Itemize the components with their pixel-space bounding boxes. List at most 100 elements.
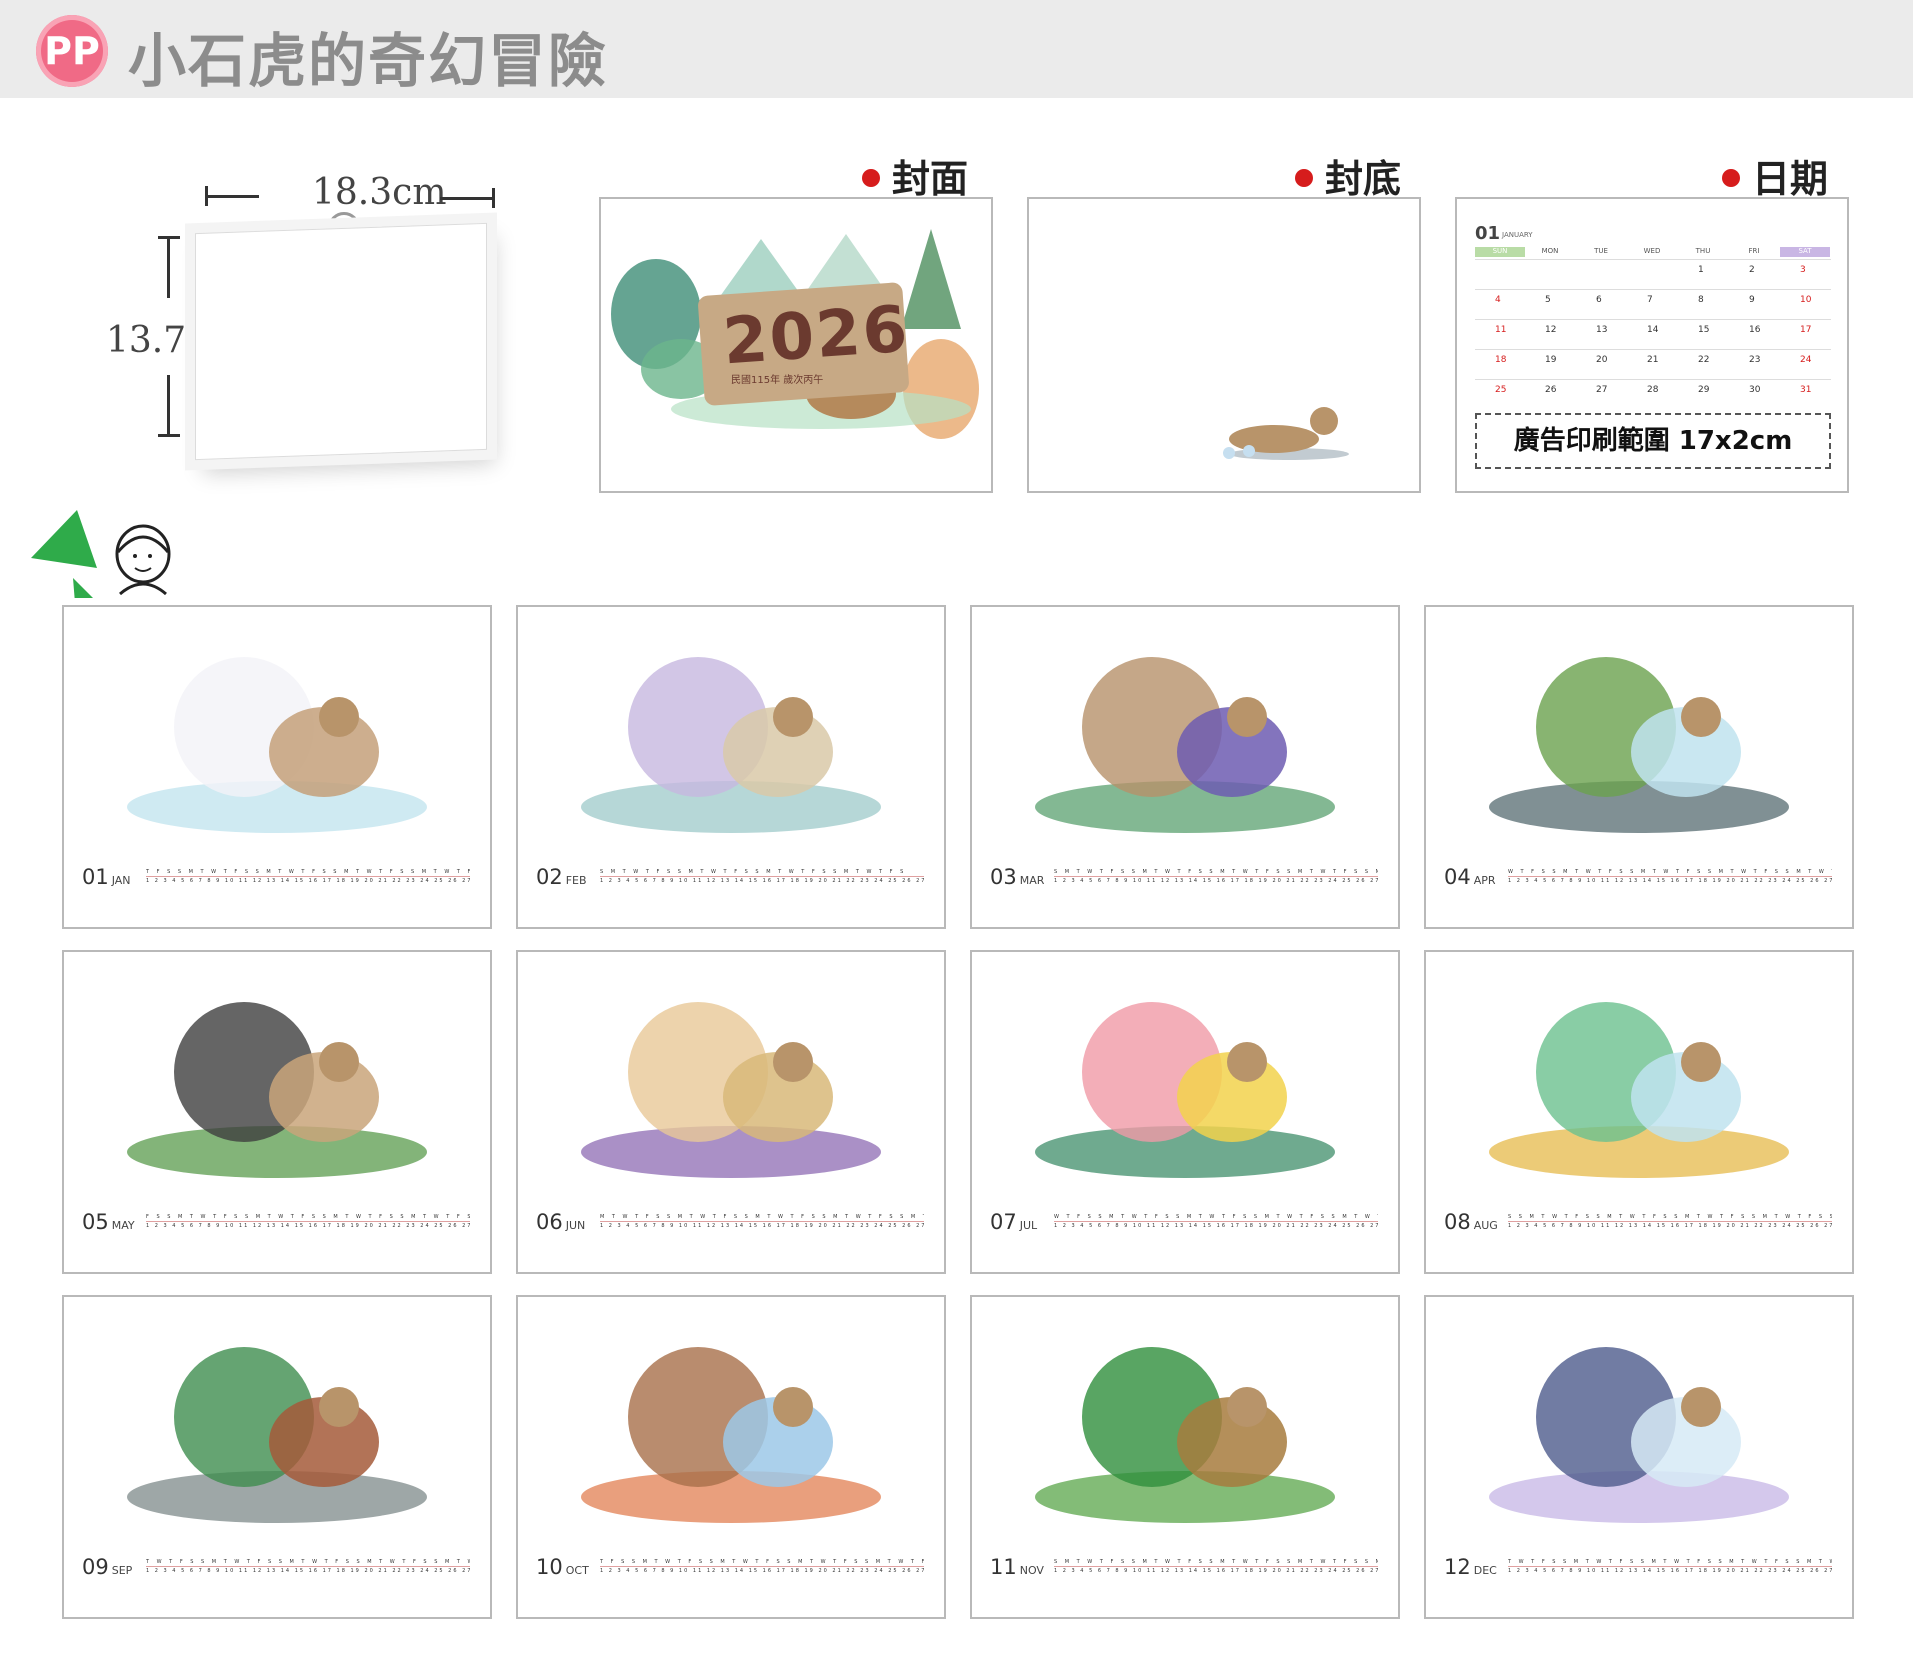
weekday-header: WED [1643,247,1661,255]
weekday-header: TUE [1594,247,1608,255]
green-triangle-icon [31,510,97,598]
grid-line [1475,379,1831,380]
sample-month-number: 01 [1475,223,1501,244]
weekday-letters: T W T F S S M T W T F S S M T W T F S S … [146,1559,470,1565]
date-cell: 22 [1698,355,1710,365]
month-date-strip: T F S S M T W T F S S M T W T F S S M T … [600,1559,924,1574]
date-numbers: 1 2 3 4 5 6 7 8 9 10 11 12 13 14 15 16 1… [1054,1568,1378,1574]
date-cell: 12 [1545,325,1557,335]
month-card: 09 SEP T W T F S S M T W T F S S M T W T F… [62,1295,492,1619]
month-card: 01 JAN T F S S M T W T F S S M T W T F S S… [62,605,492,929]
date-cell: 15 [1698,325,1710,335]
month-illustration [1035,657,1335,833]
date-cell: 6 [1596,295,1602,305]
date-cell: 29 [1698,385,1710,395]
brand-logo: PP [36,15,108,87]
height-arrow-bottom-cap [158,434,180,437]
month-date-strip: S M T W T F S S M T W T F S S M T W T F … [1054,1559,1378,1574]
month-abbr: APR [1473,874,1496,887]
weekday-letters: W T F S S M T W T F S S M T W T F S S M … [1508,869,1832,875]
month-abbr: NOV [1019,1564,1044,1577]
weekday-letters: W T F S S M T W T F S S M T W T F S S M … [1054,1214,1378,1220]
month-abbr: JAN [111,874,131,887]
month-card: 02 FEB S M T W T F S S M T W T F S S M T W… [516,605,946,929]
view-label-back: 封底 [1295,148,1401,203]
red-dot-icon [1722,168,1740,187]
month-illustration [581,1347,881,1523]
date-cell: 28 [1647,385,1659,395]
month-abbr: JUL [1019,1219,1038,1232]
weekday-letters: M T W T F S S M T W T F S S M T W T F S … [600,1214,924,1220]
date-cell: 1 [1698,265,1704,275]
date-cell: 19 [1545,355,1557,365]
date-cell: 13 [1596,325,1608,335]
month-abbr: DEC [1473,1564,1497,1577]
height-arrow-top-cap [158,236,180,239]
width-arrow-right [440,197,494,200]
cover-year: 2026 [720,292,912,380]
weekday-letters: S M T W T F S S M T W T F S S M T W T F … [1054,1559,1378,1565]
girl-doodle-icon [115,524,171,596]
date-cell: 20 [1596,355,1608,365]
page-header: PP 小石虎的奇幻冒險 [0,0,1913,98]
date-numbers: 1 2 3 4 5 6 7 8 9 10 11 12 13 14 15 16 1… [1508,1568,1832,1574]
month-date-strip: S M T W T F S S M T W T F S S M T W T F … [600,869,924,884]
month-number: 08 AUG [1444,1210,1498,1234]
month-date-strip: S S M T W T F S S M T W T F S S M T W T … [1508,1214,1832,1229]
date-cell: 8 [1698,295,1704,305]
grid-line [1475,289,1831,290]
month-abbr: FEB [565,874,587,887]
weekday-letters: F S S M T W T F S S M T W T F S S M T W … [146,1214,470,1220]
date-numbers: 1 2 3 4 5 6 7 8 9 10 11 12 13 14 15 16 1… [1508,878,1832,884]
month-abbr: MAR [1019,874,1045,887]
weekday-header: SUN [1475,247,1525,257]
weekday-header: SAT [1780,247,1830,257]
weekday-header: FRI [1748,247,1760,255]
month-illustration [127,657,427,833]
date-cell: 21 [1647,355,1659,365]
weekday-letters: S M T W T F S S M T W T F S S M T W T F … [1054,869,1378,875]
month-number: 12 DEC [1444,1555,1497,1579]
date-cell: 31 [1800,385,1812,395]
view-label-cover: 封面 [862,148,968,203]
date-cell: 18 [1495,355,1507,365]
grid-line [1475,319,1831,320]
date-cell: 4 [1495,295,1501,305]
date-numbers: 1 2 3 4 5 6 7 8 9 10 11 12 13 14 15 16 1… [1508,1223,1832,1229]
cover-panel: 2026 民國115年 歲次丙午 [599,197,993,493]
page-title: 小石虎的奇幻冒險 [128,27,609,95]
month-abbr: SEP [111,1564,133,1577]
date-cell: 24 [1800,355,1812,365]
strip-divider [1054,1566,1378,1567]
month-illustration [127,1002,427,1178]
month-illustration [1489,657,1789,833]
month-date-strip: T F S S M T W T F S S M T W T F S S M T … [146,869,470,884]
date-cell: 7 [1647,295,1653,305]
height-arrow-top [167,238,170,298]
date-cell: 30 [1749,385,1761,395]
month-date-strip: F S S M T W T F S S M T W T F S S M T W … [146,1214,470,1229]
date-numbers: 1 2 3 4 5 6 7 8 9 10 11 12 13 14 15 16 1… [600,1568,924,1574]
month-number: 10 OCT [536,1555,589,1579]
month-date-strip: S M T W T F S S M T W T F S S M T W T F … [1054,869,1378,884]
month-abbr: AUG [1473,1219,1498,1232]
month-date-strip: W T F S S M T W T F S S M T W T F S S M … [1508,869,1832,884]
date-cell: 23 [1749,355,1761,365]
strip-divider [146,1221,470,1222]
date-cell: 2 [1749,265,1755,275]
month-illustration [1489,1347,1789,1523]
strip-divider [1508,1566,1832,1567]
date-numbers: 1 2 3 4 5 6 7 8 9 10 11 12 13 14 15 16 1… [600,1223,924,1229]
month-card: 06 JUN M T W T F S S M T W T F S S M T W T… [516,950,946,1274]
date-numbers: 1 2 3 4 5 6 7 8 9 10 11 12 13 14 15 16 1… [146,1568,470,1574]
month-illustration [581,657,881,833]
month-number: 06 JUN [536,1210,586,1234]
month-card: 03 MAR S M T W T F S S M T W T F S S M T W… [970,605,1400,929]
month-number: 01 JAN [82,865,131,889]
strip-divider [1054,876,1378,877]
cover-subtitle: 民國115年 歲次丙午 [731,375,824,386]
date-cell: 14 [1647,325,1659,335]
month-card: 11 NOV S M T W T F S S M T W T F S S M T W… [970,1295,1400,1619]
weekday-letters: T F S S M T W T F S S M T W T F S S M T … [600,1559,924,1565]
month-abbr: MAY [111,1219,135,1232]
